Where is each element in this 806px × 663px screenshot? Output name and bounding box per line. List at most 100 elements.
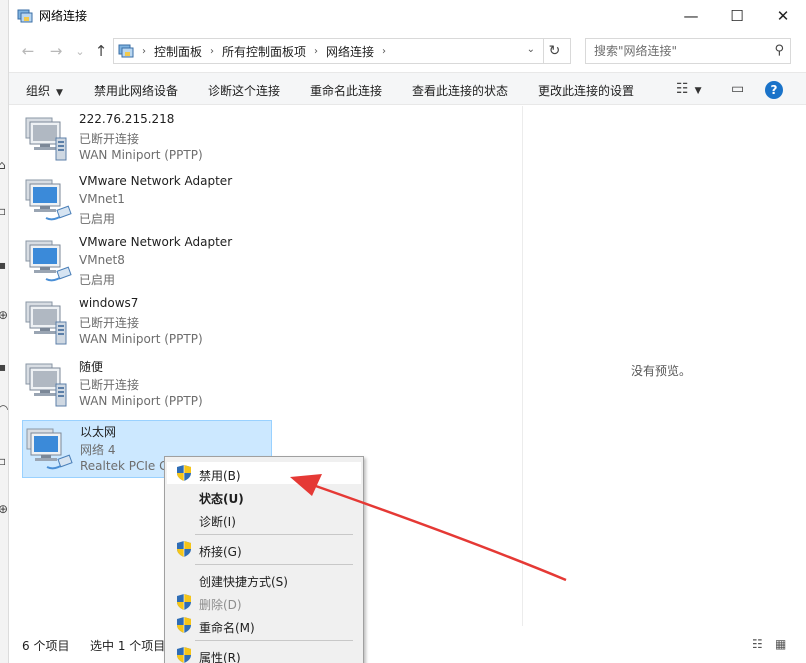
menu-separator <box>195 564 353 565</box>
refresh-button[interactable]: ↻ <box>539 38 571 64</box>
connection-device: Realtek PCIe G <box>80 459 169 473</box>
context-menu-item[interactable]: 重命名(M) <box>167 614 361 636</box>
address-dropdown-icon[interactable]: ⌄ <box>527 44 535 55</box>
back-arrow-icon: ← <box>21 42 35 60</box>
network-connections-icon <box>17 8 33 24</box>
close-button[interactable]: ✕ <box>760 0 806 31</box>
context-menu-item-label: 创建快捷方式(S) <box>199 575 288 589</box>
connection-status: 已断开连接 <box>79 132 140 146</box>
breadcrumb-network-connections[interactable]: 网络连接 <box>326 43 374 60</box>
window-title: 网络连接 <box>39 9 88 23</box>
context-menu-item-label: 诊断(I) <box>199 515 236 529</box>
context-menu-item-label: 属性(R) <box>199 651 241 663</box>
uac-shield-icon <box>177 594 191 610</box>
connection-device: WAN Miniport (PPTP) <box>79 332 203 346</box>
background-icon: ▫ <box>0 204 7 218</box>
search-input[interactable] <box>594 44 764 58</box>
connection-item[interactable]: VMware Network Adapter VMnet8 已启用 <box>22 233 272 291</box>
organize-label: 组织 <box>26 84 51 98</box>
connection-status: 网络 4 <box>80 443 116 457</box>
title-bar: 网络连接 — ☐ ✕ <box>9 0 806 31</box>
preview-pane: 没有预览。 <box>522 106 806 626</box>
back-button[interactable]: ← <box>17 40 39 62</box>
context-menu-item-label: 删除(D) <box>199 598 242 612</box>
caret-down-icon: ▼ <box>694 86 702 96</box>
wan-connection-icon <box>24 300 74 348</box>
preview-pane-button[interactable]: ▭ <box>731 81 744 97</box>
uac-shield-icon <box>177 617 191 633</box>
connection-name: VMware Network Adapter <box>79 174 233 188</box>
maximize-icon: ☐ <box>730 6 744 25</box>
minimize-button[interactable]: — <box>668 0 714 31</box>
uac-shield-icon <box>177 647 191 663</box>
connection-name: windows7 <box>79 296 139 310</box>
context-menu-item: 删除(D) <box>167 591 361 613</box>
view-options-icon: ☷ <box>676 81 689 97</box>
breadcrumb-all-items[interactable]: 所有控制面板项 <box>222 43 306 60</box>
connection-status: 已断开连接 <box>79 378 140 392</box>
address-row: ← → ⌄ ↑ › 控制面板 › 所有控制面板项 › 网络连接 › ⌄ ↻ ⚲ <box>9 34 806 68</box>
organize-button[interactable]: 组织 ▼ <box>26 82 63 99</box>
breadcrumb-control-panel[interactable]: 控制面板 <box>154 43 202 60</box>
breadcrumb-separator-icon: › <box>142 45 146 57</box>
context-menu-item[interactable]: 属性(R) <box>167 644 361 663</box>
change-view-button[interactable]: ☷ ▼ <box>676 81 701 97</box>
context-menu-item[interactable]: 桥接(G) <box>167 538 361 560</box>
ethernet-adapter-icon <box>24 239 74 287</box>
connection-device: 已启用 <box>79 273 116 287</box>
forward-button[interactable]: → <box>45 40 67 62</box>
status-bar: 6 个项目 选中 1 个项目 ☷ ▦ <box>9 630 806 663</box>
context-menu-item[interactable]: 诊断(I) <box>167 508 361 530</box>
view-status-button[interactable]: 查看此连接的状态 <box>412 82 508 99</box>
address-bar[interactable]: › 控制面板 › 所有控制面板项 › 网络连接 › ⌄ <box>113 38 544 64</box>
connection-device: WAN Miniport (PPTP) <box>79 394 203 408</box>
recent-locations-button[interactable]: ⌄ <box>69 40 91 62</box>
connection-item[interactable]: VMware Network Adapter VMnet1 已启用 <box>22 172 272 230</box>
control-panel-icon <box>118 43 134 59</box>
disable-device-button[interactable]: 禁用此网络设备 <box>94 82 178 99</box>
help-button[interactable]: ? <box>765 81 783 99</box>
connection-status: 已断开连接 <box>79 316 140 330</box>
connection-name: 222.76.215.218 <box>79 112 175 126</box>
details-view-icon[interactable]: ☷ <box>752 637 763 651</box>
breadcrumb-separator-icon: › <box>314 45 319 57</box>
connection-name: VMware Network Adapter <box>79 235 233 249</box>
change-settings-button[interactable]: 更改此连接的设置 <box>538 82 634 99</box>
rename-button[interactable]: 重命名此连接 <box>310 82 382 99</box>
ethernet-adapter-icon <box>25 427 75 475</box>
connection-item[interactable]: 222.76.215.218 已断开连接 WAN Miniport (PPTP) <box>22 110 272 168</box>
wan-connection-icon <box>24 116 74 164</box>
diagnose-button[interactable]: 诊断这个连接 <box>208 82 280 99</box>
preview-pane-icon: ▭ <box>731 81 745 97</box>
maximize-button[interactable]: ☐ <box>714 0 760 31</box>
search-box[interactable]: ⚲ <box>585 38 791 64</box>
context-menu: 禁用(B) 状态(U) 诊断(I) 桥接(G) 创建快捷方式(S) 删除(D) 重命名(M)… <box>164 456 364 663</box>
breadcrumb-separator-icon: › <box>382 45 387 57</box>
network-connections-window: 网络连接 — ☐ ✕ ← → ⌄ ↑ › 控制面板 › 所有控制面板项 › 网络… <box>9 0 806 663</box>
no-preview-text: 没有预览。 <box>631 364 692 378</box>
context-menu-item[interactable]: 创建快捷方式(S) <box>167 568 361 590</box>
connection-device: 已启用 <box>79 212 116 226</box>
background-window-edge: ⌂ ▫ ▪ ⊕ ▪ ◠ ▫ ⊕ <box>0 0 9 663</box>
chevron-down-icon: ⌄ <box>75 44 85 58</box>
background-globe-icon: ⊕ <box>0 502 9 516</box>
ethernet-adapter-icon <box>24 178 74 226</box>
selected-count: 选中 1 个项目 <box>90 639 166 653</box>
background-icon: ▪ <box>0 258 7 272</box>
context-menu-item-label: 重命名(M) <box>199 621 255 635</box>
connection-item[interactable]: 随便 已断开连接 WAN Miniport (PPTP) <box>22 356 272 414</box>
connection-status: VMnet8 <box>79 253 125 267</box>
context-menu-item-label: 桥接(G) <box>199 545 242 559</box>
connection-item[interactable]: windows7 已断开连接 WAN Miniport (PPTP) <box>22 294 272 352</box>
refresh-icon: ↻ <box>548 43 561 59</box>
large-icons-view-icon[interactable]: ▦ <box>775 637 786 651</box>
search-icon[interactable]: ⚲ <box>774 43 784 58</box>
connection-name: 以太网 <box>80 425 117 439</box>
up-arrow-icon: ↑ <box>94 42 108 60</box>
connection-status: VMnet1 <box>79 192 125 206</box>
up-button[interactable]: ↑ <box>90 40 112 62</box>
context-menu-item[interactable]: 状态(U) <box>167 485 361 507</box>
context-menu-item[interactable]: 禁用(B) <box>167 462 361 484</box>
wan-connection-icon <box>24 362 74 410</box>
background-home-icon: ⌂ <box>0 158 6 172</box>
